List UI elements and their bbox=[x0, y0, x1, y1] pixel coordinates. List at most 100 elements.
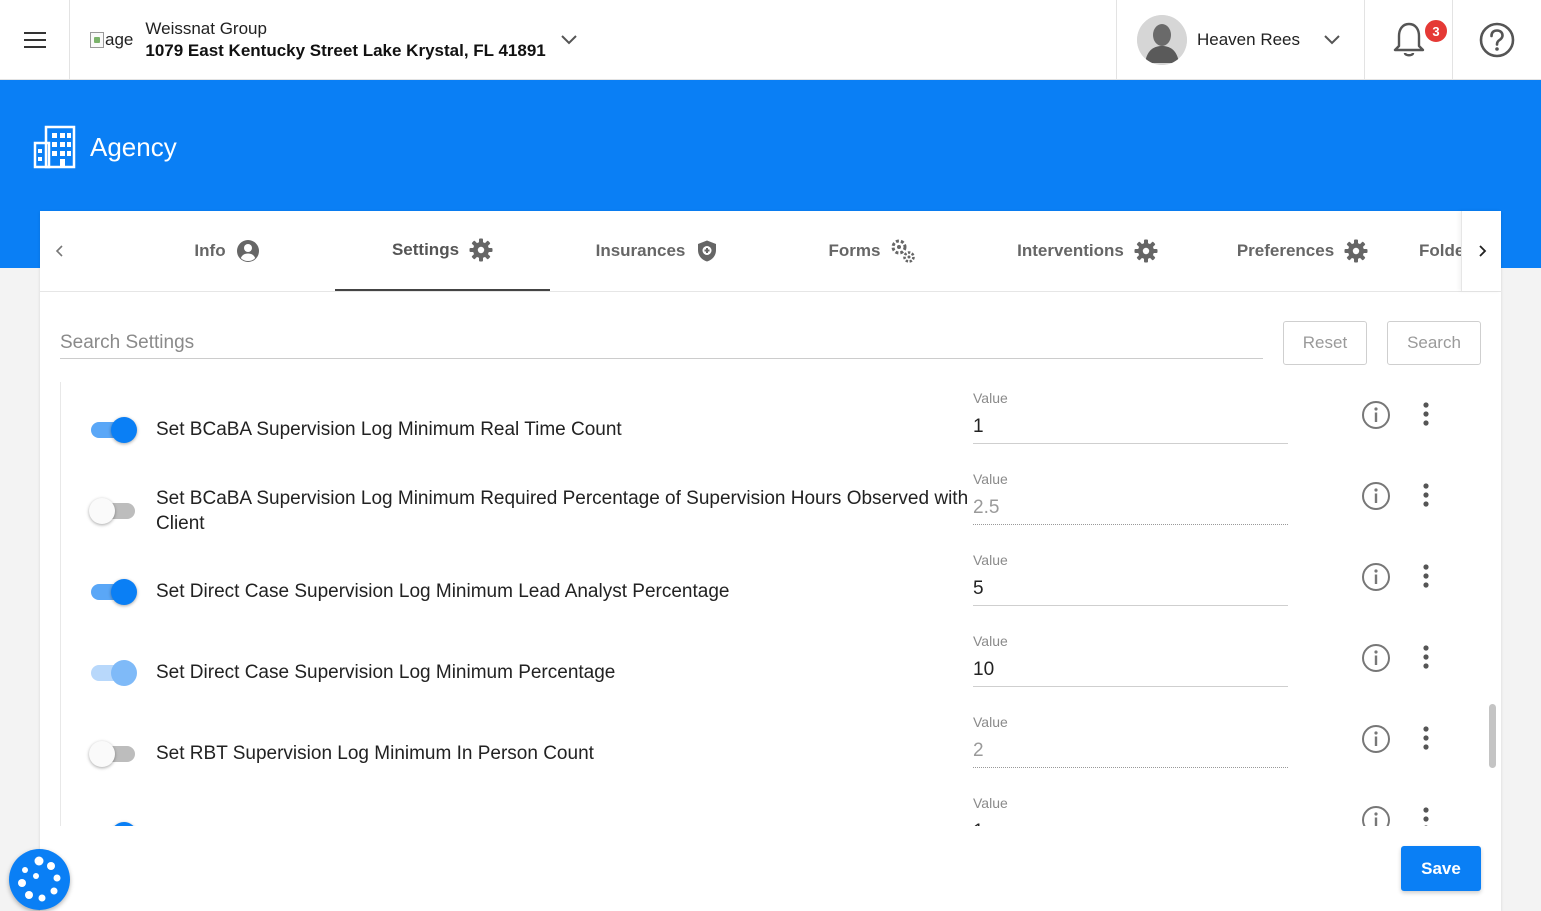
value-caption: Value bbox=[973, 714, 1008, 730]
tab-label: Preferences bbox=[1236, 241, 1335, 260]
setting-label: Set Direct Case Supervision Log Minimum … bbox=[156, 662, 616, 683]
chevron-down-icon bbox=[1324, 35, 1340, 45]
tab-forms[interactable]: Forms bbox=[765, 211, 980, 291]
hamburger-menu-icon bbox=[23, 32, 46, 48]
tab-settings[interactable]: Settings bbox=[335, 211, 550, 291]
person-circle-icon bbox=[236, 240, 259, 262]
value-caption: Value bbox=[973, 795, 1008, 811]
palette-dots-icon bbox=[18, 856, 61, 902]
avatar bbox=[1137, 15, 1187, 65]
gears-icon bbox=[891, 239, 916, 263]
list-item: Set Direct Case Supervision Log Minimum … bbox=[61, 625, 1461, 706]
setting-label: Set RBT Supervision Log Minimum In Perso… bbox=[156, 743, 594, 764]
tab-label: Folder St bbox=[1419, 241, 1461, 260]
notifications-button[interactable]: 3 bbox=[1365, 0, 1453, 80]
value-caption: Value bbox=[973, 633, 1008, 649]
shield-plus-icon bbox=[698, 240, 717, 262]
setting-label: Set BCaBA Supervision Log Minimum Requir… bbox=[156, 488, 969, 534]
tab-bar: Info Settings Insurances Forms Intervent… bbox=[40, 211, 1501, 292]
tabs-scroll-right-button[interactable] bbox=[1461, 211, 1501, 291]
tab-label: Info bbox=[194, 241, 226, 260]
organization-selector[interactable]: age Weissnat Group 1079 East Kentucky St… bbox=[90, 18, 546, 62]
more-vertical-icon[interactable] bbox=[1416, 805, 1436, 826]
top-bar: age Weissnat Group 1079 East Kentucky St… bbox=[0, 0, 1541, 80]
value-caption: Value bbox=[973, 390, 1008, 406]
user-avatar-icon bbox=[1137, 15, 1187, 65]
scrollbar[interactable] bbox=[1488, 382, 1496, 826]
organization-logo: age bbox=[90, 30, 133, 50]
tab-label: Insurances bbox=[595, 241, 686, 260]
organization-logo-alt: age bbox=[105, 30, 134, 49]
menu-button[interactable] bbox=[0, 0, 70, 80]
value-input[interactable]: 2 bbox=[973, 738, 1288, 768]
organization-name: Weissnat Group bbox=[145, 19, 267, 38]
help-button[interactable] bbox=[1453, 0, 1541, 80]
tab-info[interactable]: Info bbox=[120, 211, 334, 291]
page-title: Agency bbox=[90, 131, 177, 162]
gear-icon bbox=[469, 238, 493, 262]
tab-interventions[interactable]: Interventions bbox=[980, 211, 1195, 291]
more-vertical-icon[interactable] bbox=[1416, 481, 1436, 511]
value-input[interactable]: 1 bbox=[973, 414, 1288, 444]
user-menu[interactable]: Heaven Rees bbox=[1116, 0, 1365, 80]
building-icon bbox=[33, 125, 76, 169]
list-item: Value 1 bbox=[61, 787, 1461, 826]
gear-icon bbox=[1344, 239, 1368, 263]
settings-list: Set BCaBA Supervision Log Minimum Real T… bbox=[60, 382, 1481, 826]
setting-toggle[interactable] bbox=[89, 740, 137, 767]
list-item: Set RBT Supervision Log Minimum In Perso… bbox=[61, 706, 1461, 787]
broken-image-icon bbox=[90, 32, 104, 48]
value-input[interactable]: 5 bbox=[973, 576, 1288, 606]
list-item: Set BCaBA Supervision Log Minimum Real T… bbox=[61, 382, 1461, 463]
tab-preferences[interactable]: Preferences bbox=[1195, 211, 1410, 291]
tab-label: Settings bbox=[391, 240, 460, 259]
more-vertical-icon[interactable] bbox=[1416, 724, 1436, 754]
value-input[interactable]: 2.5 bbox=[973, 495, 1288, 525]
theme-palette-button[interactable] bbox=[9, 849, 70, 910]
setting-label: Set BCaBA Supervision Log Minimum Real T… bbox=[156, 419, 622, 440]
value-input[interactable]: 1 bbox=[973, 819, 1288, 826]
info-icon[interactable] bbox=[1361, 481, 1391, 511]
search-button[interactable]: Search bbox=[1387, 321, 1481, 365]
user-name: Heaven Rees bbox=[1197, 30, 1301, 49]
setting-label: Set Direct Case Supervision Log Minimum … bbox=[156, 581, 730, 602]
info-icon[interactable] bbox=[1361, 643, 1391, 673]
info-icon[interactable] bbox=[1361, 562, 1391, 592]
search-row: Reset Search bbox=[60, 319, 1481, 369]
info-icon[interactable] bbox=[1361, 400, 1391, 430]
help-circle-icon bbox=[1479, 22, 1515, 58]
list-item: Set BCaBA Supervision Log Minimum Requir… bbox=[61, 463, 1461, 544]
bell-icon bbox=[1393, 22, 1424, 57]
value-caption: Value bbox=[973, 552, 1008, 568]
setting-toggle[interactable] bbox=[91, 659, 137, 686]
setting-toggle[interactable] bbox=[91, 821, 137, 826]
settings-card: Info Settings Insurances Forms Intervent… bbox=[40, 211, 1501, 911]
reset-button[interactable]: Reset bbox=[1283, 321, 1367, 365]
setting-toggle[interactable] bbox=[91, 416, 137, 443]
setting-toggle[interactable] bbox=[91, 578, 137, 605]
tab-insurances[interactable]: Insurances bbox=[550, 211, 765, 291]
chevron-right-icon bbox=[1478, 245, 1486, 257]
tab-folder-structure[interactable]: Folder St bbox=[1393, 211, 1461, 291]
chevron-left-icon bbox=[55, 245, 63, 257]
search-input[interactable] bbox=[60, 327, 1263, 359]
value-input[interactable]: 10 bbox=[973, 657, 1288, 687]
value-caption: Value bbox=[973, 471, 1008, 487]
scrollbar-thumb[interactable] bbox=[1489, 704, 1496, 768]
more-vertical-icon[interactable] bbox=[1416, 400, 1436, 430]
info-icon[interactable] bbox=[1361, 805, 1391, 826]
organization-address: 1079 East Kentucky Street Lake Krystal, … bbox=[145, 41, 546, 60]
list-item: Set Direct Case Supervision Log Minimum … bbox=[61, 544, 1461, 625]
notification-count-badge: 3 bbox=[1423, 18, 1449, 44]
gear-icon bbox=[1134, 239, 1158, 263]
setting-toggle[interactable] bbox=[89, 497, 137, 524]
chevron-down-icon bbox=[561, 35, 577, 45]
more-vertical-icon[interactable] bbox=[1416, 562, 1436, 592]
organization-dropdown-button[interactable] bbox=[557, 28, 581, 57]
info-icon[interactable] bbox=[1361, 724, 1391, 754]
tabs-scroll-left-button[interactable] bbox=[40, 211, 80, 291]
save-button[interactable]: Save bbox=[1401, 846, 1481, 891]
tab-label: Forms bbox=[828, 241, 881, 260]
tab-label: Interventions bbox=[1017, 241, 1124, 260]
more-vertical-icon[interactable] bbox=[1416, 643, 1436, 673]
